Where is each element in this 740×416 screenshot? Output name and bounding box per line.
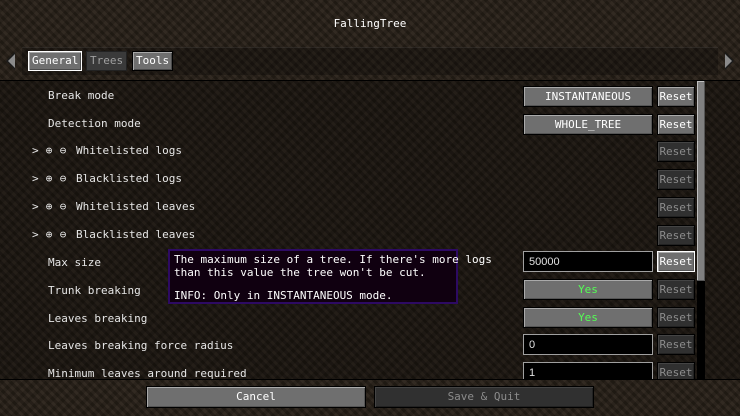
minimum-leaves-around-required-input[interactable] (523, 362, 653, 379)
row-label: Whitelisted leaves (76, 200, 196, 213)
row-break-mode: Break mode INSTANTANEOUS Reset (0, 83, 700, 111)
expand-controls: > ⊕ ⊖ (32, 200, 70, 213)
remove-icon[interactable]: ⊖ (56, 144, 70, 157)
tab-trees[interactable]: Trees (86, 51, 128, 71)
row-detection-mode: Detection mode WHOLE_TREE Reset (0, 111, 700, 139)
row-label: Leaves breaking (48, 312, 148, 325)
leaves-breaking-force-radius-reset-button[interactable]: Reset (657, 334, 695, 355)
remove-icon[interactable]: ⊖ (56, 200, 70, 213)
row-blacklisted-logs: > ⊕ ⊖ Blacklisted logs Reset (0, 166, 700, 194)
row-label: Trunk breaking (48, 284, 141, 297)
row-whitelisted-leaves: > ⊕ ⊖ Whitelisted leaves Reset (0, 194, 700, 222)
max-size-tooltip: The maximum size of a tree. If there's m… (168, 249, 492, 304)
row-label: Detection mode (48, 117, 141, 130)
expand-chevron-icon[interactable]: > (32, 172, 42, 185)
row-label: Leaves breaking force radius (48, 339, 234, 352)
expand-controls: > ⊕ ⊖ (32, 144, 70, 157)
scrollbar-thumb[interactable] (697, 81, 705, 281)
minimum-leaves-around-required-reset-button[interactable]: Reset (657, 362, 695, 379)
tab-general[interactable]: General (28, 51, 83, 71)
detection-mode-reset-button[interactable]: Reset (657, 114, 695, 135)
tab-tools[interactable]: Tools (132, 51, 174, 71)
row-minimum-leaves-around-required: Minimum leaves around required Reset (0, 361, 700, 380)
whitelisted-logs-reset-button[interactable]: Reset (657, 141, 695, 162)
tooltip-info: INFO: Only in INSTANTANEOUS mode. (174, 289, 393, 302)
max-size-reset-button[interactable]: Reset (657, 251, 695, 272)
row-leaves-breaking-force-radius: Leaves breaking force radius Reset (0, 333, 700, 361)
save-and-quit-button[interactable]: Save & Quit (374, 386, 594, 408)
leaves-breaking-toggle[interactable]: Yes (523, 307, 653, 328)
row-label: Max size (48, 256, 101, 269)
row-label: Minimum leaves around required (48, 367, 247, 380)
scroll-right-arrow-icon[interactable] (725, 52, 734, 70)
remove-icon[interactable]: ⊖ (56, 172, 70, 185)
detection-mode-button[interactable]: WHOLE_TREE (523, 114, 653, 135)
cancel-button[interactable]: Cancel (146, 386, 366, 408)
expand-controls: > ⊕ ⊖ (32, 228, 70, 241)
expand-chevron-icon[interactable]: > (32, 200, 42, 213)
blacklisted-leaves-reset-button[interactable]: Reset (657, 225, 695, 246)
trunk-breaking-reset-button[interactable]: Reset (657, 279, 695, 300)
whitelisted-leaves-reset-button[interactable]: Reset (657, 197, 695, 218)
config-list[interactable]: Break mode INSTANTANEOUS Reset Detection… (0, 80, 740, 380)
add-icon[interactable]: ⊕ (42, 172, 56, 185)
row-leaves-breaking: Leaves breaking Yes Reset (0, 306, 700, 334)
row-blacklisted-leaves: > ⊕ ⊖ Blacklisted leaves Reset (0, 222, 700, 250)
expand-controls: > ⊕ ⊖ (32, 172, 70, 185)
break-mode-reset-button[interactable]: Reset (657, 86, 695, 107)
blacklisted-logs-reset-button[interactable]: Reset (657, 169, 695, 190)
add-icon[interactable]: ⊕ (42, 228, 56, 241)
expand-chevron-icon[interactable]: > (32, 144, 42, 157)
leaves-breaking-reset-button[interactable]: Reset (657, 307, 695, 328)
trunk-breaking-toggle[interactable]: Yes (523, 279, 653, 300)
row-label: Blacklisted leaves (76, 228, 196, 241)
add-icon[interactable]: ⊕ (42, 144, 56, 157)
break-mode-button[interactable]: INSTANTANEOUS (523, 86, 653, 107)
scroll-left-arrow-icon[interactable] (6, 52, 15, 70)
expand-chevron-icon[interactable]: > (32, 228, 42, 241)
tooltip-line: than this value the tree won't be cut. (174, 266, 426, 279)
tooltip-line: The maximum size of a tree. If there's m… (174, 253, 492, 266)
max-size-input[interactable] (523, 251, 653, 272)
row-whitelisted-logs: > ⊕ ⊖ Whitelisted logs Reset (0, 138, 700, 166)
add-icon[interactable]: ⊕ (42, 200, 56, 213)
remove-icon[interactable]: ⊖ (56, 228, 70, 241)
row-label: Whitelisted logs (76, 144, 182, 157)
leaves-breaking-force-radius-input[interactable] (523, 334, 653, 355)
row-label: Break mode (48, 89, 115, 102)
screen-title: FallingTree (333, 17, 407, 30)
row-label: Blacklisted logs (76, 172, 182, 185)
